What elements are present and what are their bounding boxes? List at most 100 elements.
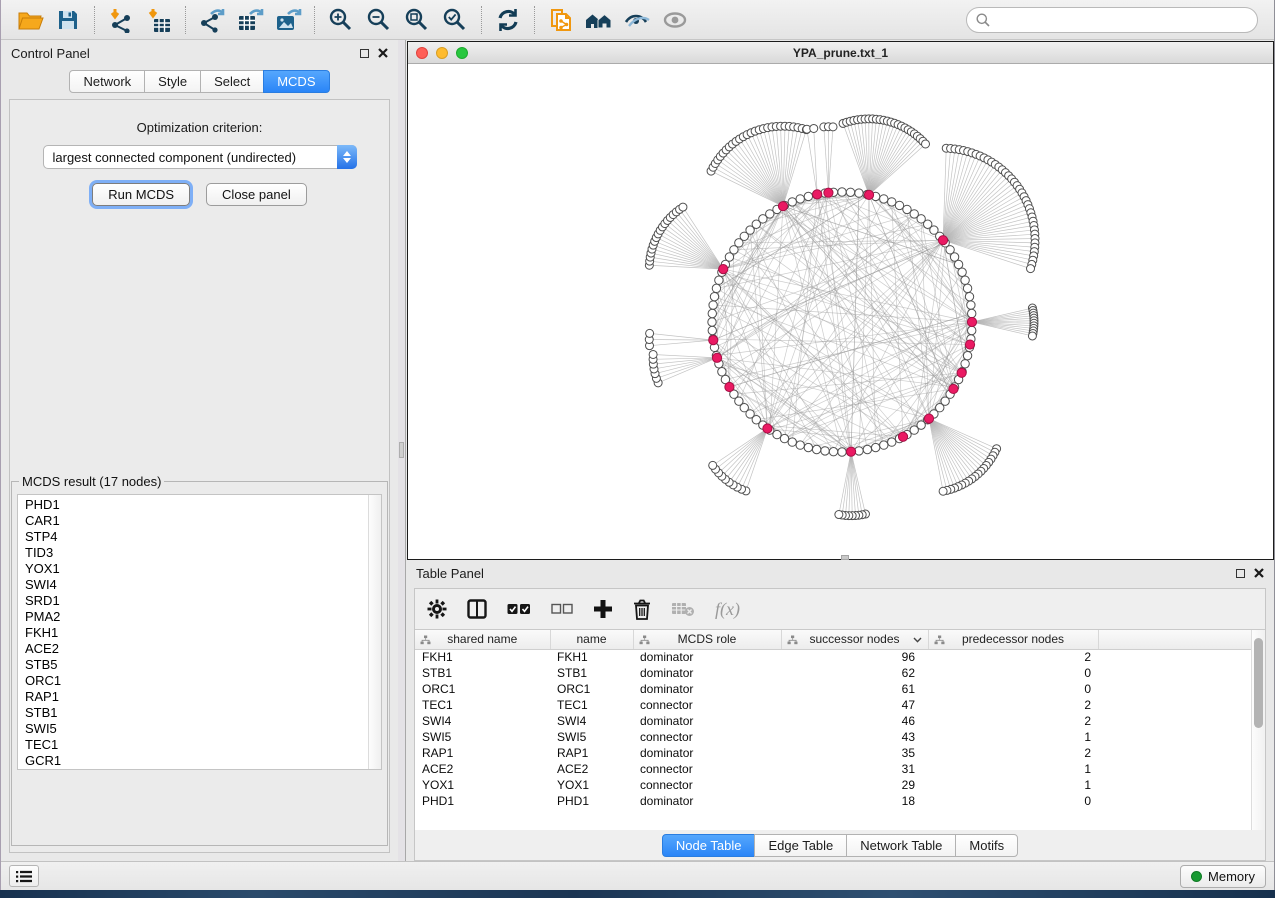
function-builder-icon[interactable]: f(x): [715, 599, 740, 620]
cell-MCDS-role[interactable]: dominator: [633, 665, 781, 681]
cell-predecessor-nodes[interactable]: 0: [928, 681, 1098, 697]
cell-MCDS-role[interactable]: dominator: [633, 793, 781, 809]
search-field[interactable]: [966, 7, 1258, 33]
close-panel-icon[interactable]: [378, 48, 388, 58]
cell-shared-name[interactable]: TEC1: [415, 697, 550, 713]
cell-MCDS-role[interactable]: dominator: [633, 745, 781, 761]
cell-predecessor-nodes[interactable]: 1: [928, 777, 1098, 793]
tab-edge-table[interactable]: Edge Table: [754, 834, 847, 857]
tab-motifs[interactable]: Motifs: [955, 834, 1018, 857]
import-table-icon[interactable]: [140, 4, 178, 36]
mcds-result-item[interactable]: TEC1: [25, 737, 381, 753]
add-column-icon[interactable]: [593, 599, 613, 619]
cell-name[interactable]: FKH1: [550, 649, 633, 665]
tab-node-table[interactable]: Node Table: [662, 834, 756, 857]
cell-name[interactable]: TEC1: [550, 697, 633, 713]
mcds-result-item[interactable]: STB5: [25, 657, 381, 673]
table-row[interactable]: SWI5SWI5connector431: [415, 729, 1265, 745]
column-header-name[interactable]: name: [550, 630, 633, 649]
mcds-result-item[interactable]: ACE2: [25, 641, 381, 657]
show-columns-icon[interactable]: [467, 599, 487, 619]
cell-successor-nodes[interactable]: 31: [781, 761, 928, 777]
cell-shared-name[interactable]: RAP1: [415, 745, 550, 761]
mcds-result-item[interactable]: RAP1: [25, 689, 381, 705]
network-splitter-handle[interactable]: [841, 555, 849, 560]
hide-selected-icon[interactable]: [618, 4, 656, 36]
panel-splitter[interactable]: [398, 40, 406, 861]
delete-table-icon[interactable]: [671, 601, 695, 617]
deselect-all-icon[interactable]: [551, 603, 573, 615]
table-row[interactable]: ACE2ACE2connector311: [415, 761, 1265, 777]
cell-shared-name[interactable]: ORC1: [415, 681, 550, 697]
cell-name[interactable]: RAP1: [550, 745, 633, 761]
export-image-icon[interactable]: [269, 4, 307, 36]
export-network-icon[interactable]: [193, 4, 231, 36]
table-row[interactable]: STB1STB1dominator620: [415, 665, 1265, 681]
column-header-shared-name[interactable]: shared name: [415, 630, 550, 649]
splitter-handle[interactable]: [399, 442, 404, 458]
tab-style[interactable]: Style: [144, 70, 201, 93]
table-scrollbar[interactable]: [1251, 630, 1265, 830]
open-folder-icon[interactable]: [11, 4, 49, 36]
float-panel-icon[interactable]: [1236, 569, 1245, 578]
cell-shared-name[interactable]: ACE2: [415, 761, 550, 777]
cell-name[interactable]: PHD1: [550, 793, 633, 809]
cell-MCDS-role[interactable]: connector: [633, 777, 781, 793]
mcds-result-item[interactable]: YOX1: [25, 561, 381, 577]
cell-predecessor-nodes[interactable]: 0: [928, 665, 1098, 681]
mcds-result-item[interactable]: PMA2: [25, 609, 381, 625]
network-canvas[interactable]: [408, 64, 1273, 559]
cell-predecessor-nodes[interactable]: 2: [928, 745, 1098, 761]
tab-network-table[interactable]: Network Table: [846, 834, 956, 857]
tab-select[interactable]: Select: [200, 70, 264, 93]
table-row[interactable]: YOX1YOX1connector291: [415, 777, 1265, 793]
cell-name[interactable]: ACE2: [550, 761, 633, 777]
scrollbar-thumb[interactable]: [1254, 638, 1263, 728]
mcds-result-item[interactable]: FKH1: [25, 625, 381, 641]
cell-predecessor-nodes[interactable]: 0: [928, 793, 1098, 809]
cell-name[interactable]: ORC1: [550, 681, 633, 697]
cell-successor-nodes[interactable]: 43: [781, 729, 928, 745]
table-row[interactable]: FKH1FKH1dominator962: [415, 649, 1265, 665]
export-table-icon[interactable]: [231, 4, 269, 36]
cell-shared-name[interactable]: STB1: [415, 665, 550, 681]
mcds-result-item[interactable]: GCR1: [25, 753, 381, 769]
cell-successor-nodes[interactable]: 29: [781, 777, 928, 793]
cell-successor-nodes[interactable]: 18: [781, 793, 928, 809]
cell-MCDS-role[interactable]: connector: [633, 729, 781, 745]
duplicate-network-icon[interactable]: [542, 4, 580, 36]
cell-successor-nodes[interactable]: 62: [781, 665, 928, 681]
select-all-icon[interactable]: [507, 602, 531, 616]
run-mcds-button[interactable]: Run MCDS: [92, 183, 190, 206]
close-panel-button[interactable]: Close panel: [206, 183, 307, 206]
cell-MCDS-role[interactable]: connector: [633, 697, 781, 713]
go-home-icon[interactable]: [580, 4, 618, 36]
cell-shared-name[interactable]: SWI5: [415, 729, 550, 745]
float-panel-icon[interactable]: [360, 49, 369, 58]
mcds-result-item[interactable]: STP4: [25, 529, 381, 545]
node-table-grid[interactable]: shared namenameMCDS rolesuccessor nodesp…: [415, 630, 1265, 809]
result-list-scrollbar[interactable]: [368, 495, 381, 769]
cell-predecessor-nodes[interactable]: 2: [928, 697, 1098, 713]
table-row[interactable]: RAP1RAP1dominator352: [415, 745, 1265, 761]
memory-button[interactable]: Memory: [1180, 865, 1266, 888]
zoom-in-icon[interactable]: [322, 4, 360, 36]
table-row[interactable]: SWI4SWI4dominator462: [415, 713, 1265, 729]
cell-shared-name[interactable]: YOX1: [415, 777, 550, 793]
cell-successor-nodes[interactable]: 96: [781, 649, 928, 665]
cell-name[interactable]: STB1: [550, 665, 633, 681]
cell-MCDS-role[interactable]: connector: [633, 761, 781, 777]
task-history-button[interactable]: [9, 865, 39, 887]
mcds-result-item[interactable]: CAR1: [25, 513, 381, 529]
close-panel-icon[interactable]: [1254, 568, 1264, 578]
table-row[interactable]: PHD1PHD1dominator180: [415, 793, 1265, 809]
mcds-result-item[interactable]: SRD1: [25, 593, 381, 609]
cell-MCDS-role[interactable]: dominator: [633, 681, 781, 697]
cell-predecessor-nodes[interactable]: 1: [928, 729, 1098, 745]
cell-name[interactable]: SWI4: [550, 713, 633, 729]
cell-successor-nodes[interactable]: 35: [781, 745, 928, 761]
cell-successor-nodes[interactable]: 61: [781, 681, 928, 697]
search-input[interactable]: [996, 12, 1248, 27]
cell-predecessor-nodes[interactable]: 2: [928, 713, 1098, 729]
table-row[interactable]: ORC1ORC1dominator610: [415, 681, 1265, 697]
